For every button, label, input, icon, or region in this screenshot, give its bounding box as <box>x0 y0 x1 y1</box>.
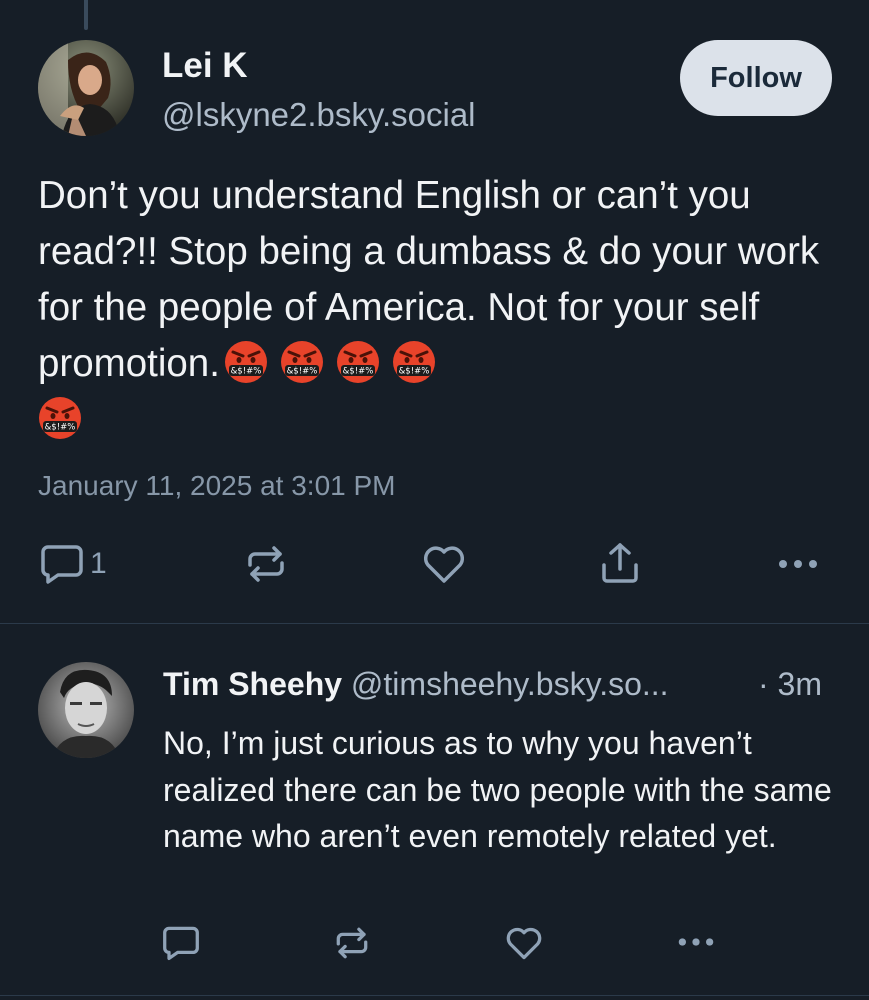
repost-button[interactable] <box>244 543 288 585</box>
heart-icon <box>506 927 542 960</box>
emoji-symbol-text: &$!#% <box>399 367 430 377</box>
reply-reply-button[interactable] <box>162 925 200 961</box>
angry-symbols-emoji-icon: &$!#% <box>224 341 267 383</box>
reply-time-ago: · 3m <box>758 666 822 702</box>
section-divider <box>0 623 869 624</box>
share-icon <box>602 543 638 583</box>
reply-author-handle[interactable]: @timsheehy.bsky.so... <box>351 666 669 702</box>
angry-symbols-emoji-icon: &$!#% <box>39 397 81 439</box>
repost-icon <box>248 546 284 582</box>
avatar-image <box>38 662 134 758</box>
author-name[interactable]: Lei K <box>162 46 248 86</box>
reply-more-options-button[interactable] <box>676 931 716 953</box>
author-handle[interactable]: @lskyne2.bsky.social <box>162 96 476 134</box>
more-dots-icon <box>779 560 817 568</box>
reply-author-name[interactable]: Tim Sheehy <box>163 666 342 702</box>
reply-like-button[interactable] <box>504 925 544 961</box>
reply-bubble-icon <box>163 926 199 961</box>
reply-count: 1 <box>90 547 107 580</box>
emoji-symbol-text: &$!#% <box>231 367 262 377</box>
reply-header: Tim Sheehy @timsheehy.bsky.so... <box>163 666 669 703</box>
emoji-symbol-text: &$!#% <box>45 423 76 433</box>
avatar-image <box>38 40 134 136</box>
angry-symbols-emoji-icon: &$!#% <box>336 341 379 383</box>
thread-connector-line <box>84 0 88 30</box>
reply-repost-button[interactable] <box>333 925 371 961</box>
reply-text: No, I’m just curious as to why you haven… <box>163 725 832 854</box>
post-timestamp: January 11, 2025 at 3:01 PM <box>38 470 396 501</box>
like-button[interactable] <box>421 543 467 585</box>
more-options-button[interactable] <box>776 552 820 576</box>
post-text: Don’t you understand English or can’t yo… <box>38 168 838 448</box>
angry-symbols-emoji-icon: &$!#% <box>392 341 435 383</box>
reply-bubble-icon <box>41 545 83 584</box>
more-dots-icon <box>678 938 714 946</box>
avatar[interactable] <box>38 40 134 136</box>
follow-button[interactable]: Follow <box>680 40 832 116</box>
heart-icon <box>423 546 465 583</box>
emoji-symbol-text: &$!#% <box>287 367 318 377</box>
repost-icon <box>336 927 368 959</box>
reply-avatar[interactable] <box>38 662 134 758</box>
bottom-divider <box>0 995 869 996</box>
angry-symbols-emoji-icon: &$!#% <box>280 341 323 383</box>
reply-button[interactable]: 1 <box>40 543 107 585</box>
emoji-symbol-text: &$!#% <box>343 367 374 377</box>
share-button[interactable] <box>598 541 642 585</box>
